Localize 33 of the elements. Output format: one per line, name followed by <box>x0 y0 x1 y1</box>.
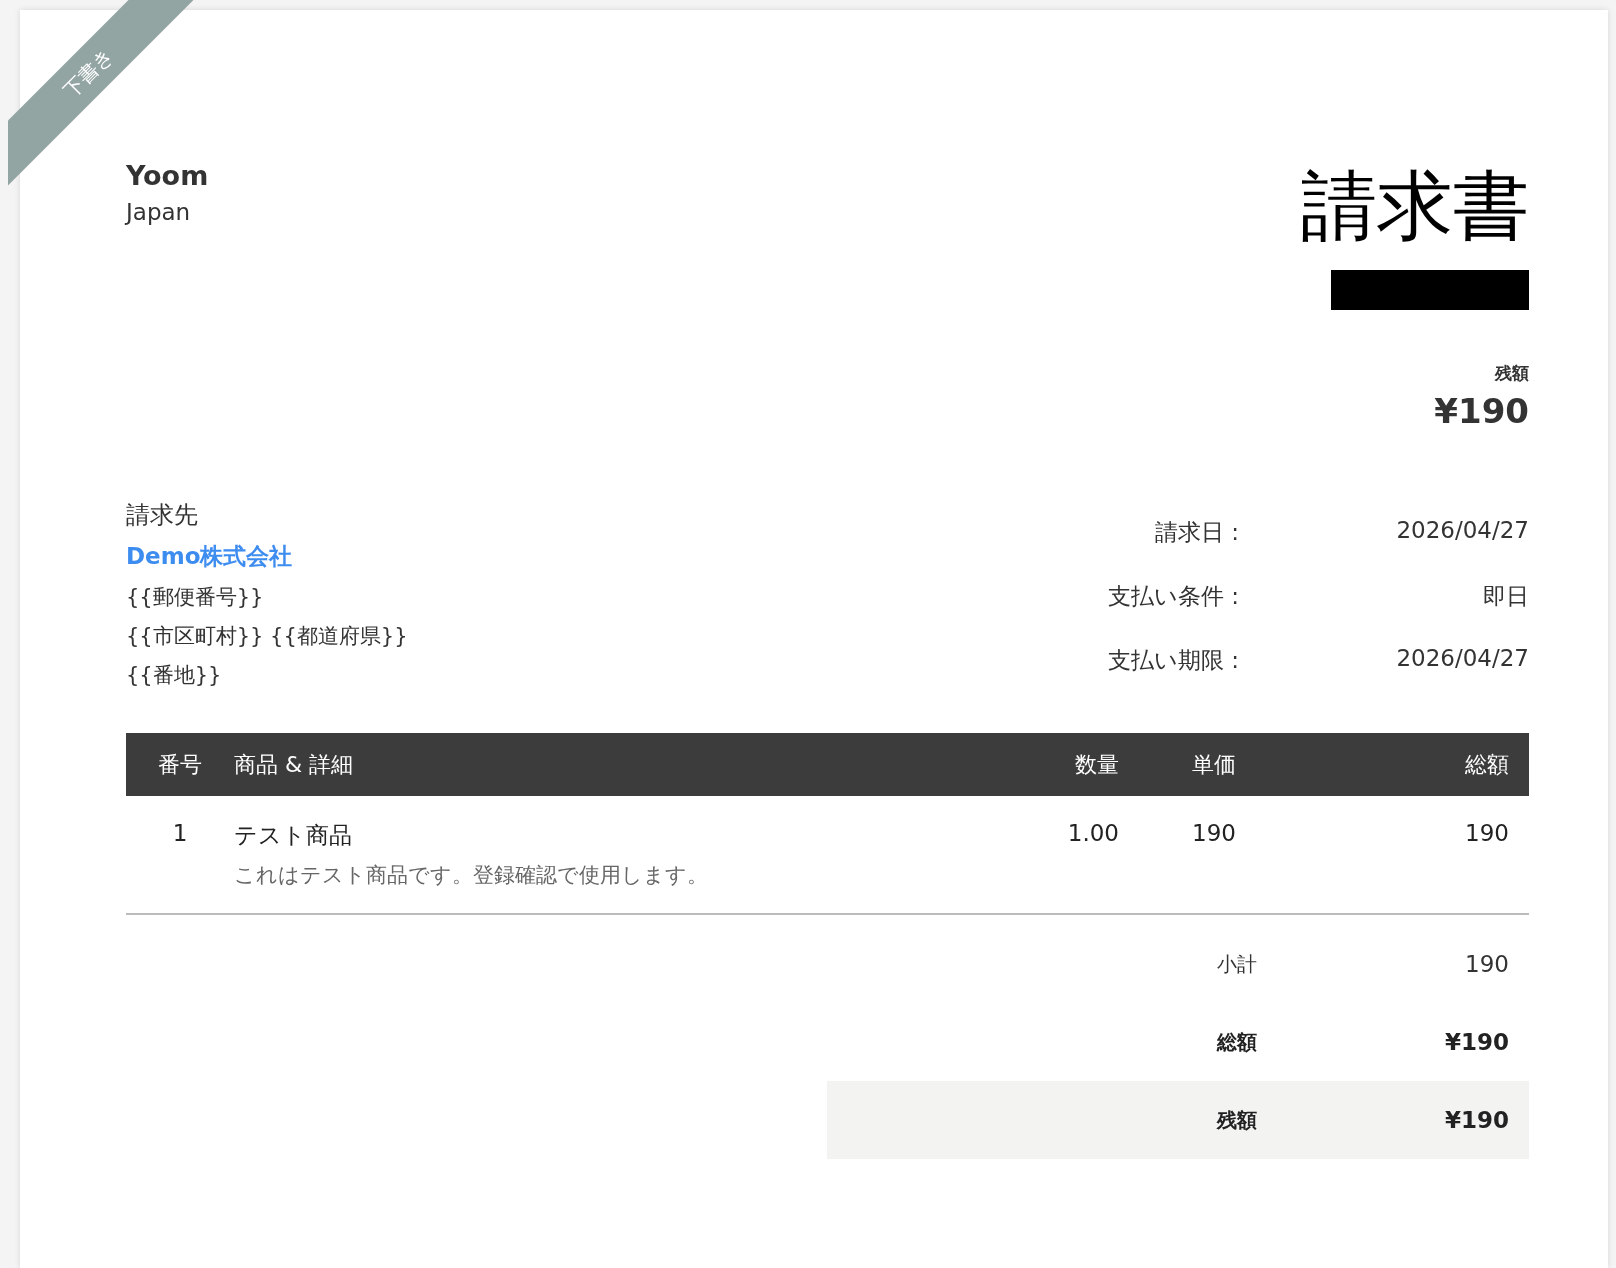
meta-label: 請求日 : <box>1153 518 1239 547</box>
total-value: 190 <box>1464 951 1509 977</box>
table-cell-text: 1.00 <box>1066 820 1119 846</box>
total-label: 総額 <box>1215 1028 1257 1056</box>
meta-label: 支払い期限 : <box>1106 646 1239 675</box>
meta-value: 即日 <box>1482 582 1529 611</box>
table-cell-text: 190 <box>1191 820 1237 846</box>
column-header: 商品 & 詳細 <box>234 750 355 779</box>
balance-amount: ¥190 <box>1434 391 1529 431</box>
balance-label: 残額 <box>1495 362 1529 385</box>
invoice-title: 請求書 <box>1301 168 1529 244</box>
total-value: ¥190 <box>1444 1107 1509 1133</box>
item-description: これはテスト商品です。登録確認で使用します。 <box>234 862 709 889</box>
company-name: Yoom <box>126 160 209 191</box>
column-header: 総額 <box>1464 750 1509 779</box>
company-country: Japan <box>126 199 192 225</box>
column-header: 単価 <box>1191 750 1237 779</box>
meta-value: 2026/04/27 <box>1395 645 1529 673</box>
bill-to-label: 請求先 <box>126 500 199 531</box>
address-line: {{番地}} <box>126 662 223 689</box>
table-cell-text: 190 <box>1464 820 1509 846</box>
total-value: ¥190 <box>1444 1029 1509 1055</box>
column-header: 数量 <box>1074 750 1119 779</box>
address-line: {{市区町村}} {{都道府県}} <box>126 623 408 650</box>
table-cell-text: 1 <box>171 820 189 846</box>
total-label: 小計 <box>1216 950 1257 978</box>
meta-label: 支払い条件 : <box>1106 582 1239 611</box>
item-name: テスト商品 <box>234 821 353 850</box>
meta-value: 2026/04/27 <box>1395 517 1529 545</box>
total-label: 残額 <box>1215 1106 1257 1134</box>
address-line: {{郵便番号}} <box>126 584 265 611</box>
client-name: Demo株式会社 <box>126 542 294 571</box>
column-header: 番号 <box>157 750 203 779</box>
